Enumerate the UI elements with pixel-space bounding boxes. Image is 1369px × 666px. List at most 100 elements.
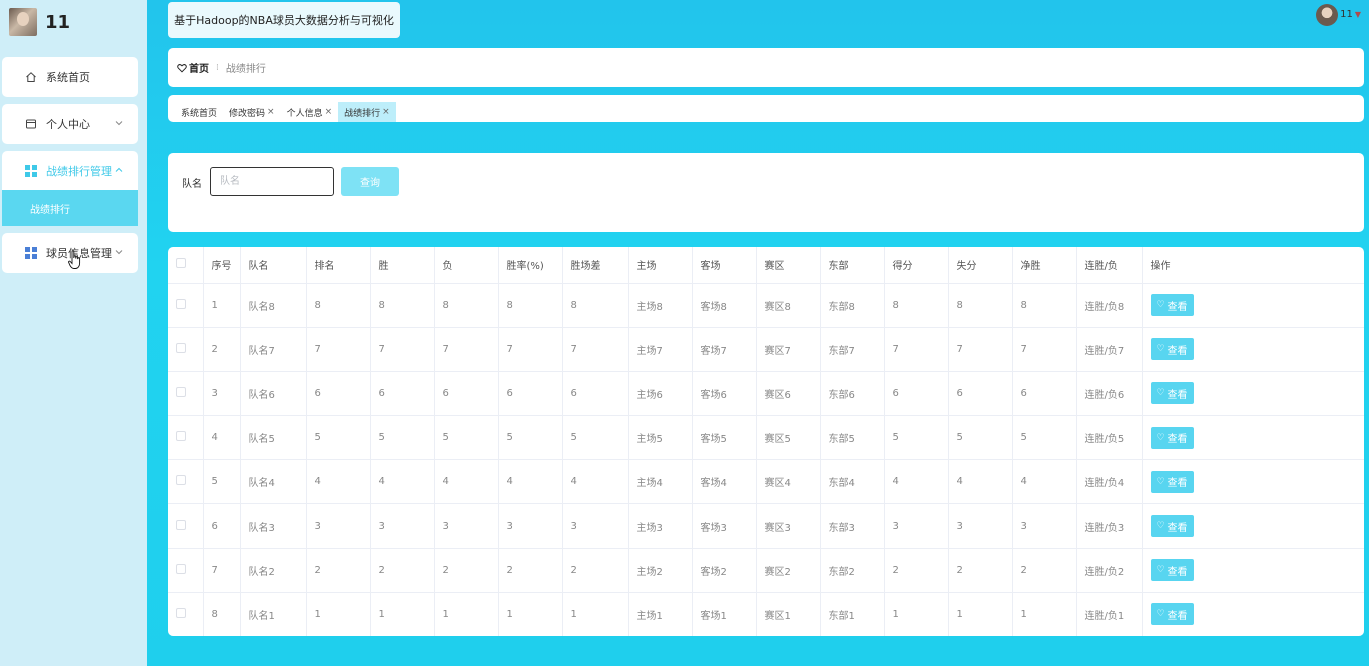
table-cell: 队名6 [240,371,307,417]
view-button[interactable]: ♡ 查看 [1150,603,1194,626]
view-button[interactable]: ♡ 查看 [1150,559,1194,582]
table-cell: 3 [434,503,499,549]
search-panel: 队名 查询 [168,153,1364,232]
heart-icon: ♡ [1156,609,1165,620]
table-cell: 4 [884,459,949,505]
sidebar-subitem-ranking[interactable]: 战绩排行 [2,190,138,226]
close-icon[interactable]: × [267,107,275,117]
tab-home[interactable]: 系统首页 [175,102,223,122]
tab-ranking[interactable]: 战绩排行 × [338,102,396,122]
view-button-label: 查看 [1167,610,1188,622]
row-checkbox[interactable] [176,342,186,353]
view-button[interactable]: ♡ 查看 [1150,470,1194,493]
user-menu[interactable]: 11 ▼ [1340,9,1361,20]
heart-icon [177,63,187,73]
table-cell: 1 [434,592,499,636]
tab-label: 战绩排行 [344,108,381,119]
breadcrumb-home[interactable]: 首页 [177,60,209,75]
table-cell: 4 [498,459,563,505]
view-button-label: 查看 [1167,389,1188,401]
table-cell: 主场3 [628,503,693,549]
table-cell: 3 [370,503,435,549]
table-cell: 东部7 [820,327,885,372]
row-select-cell [168,503,204,549]
action-cell: ♡ 查看 [1142,371,1364,417]
tab-label: 个人信息 [286,108,323,119]
table-cell: 1 [884,592,949,636]
table-cell: 5 [203,459,241,505]
sidebar-item-personal-center[interactable]: 个人中心 [2,104,138,144]
table-cell: 客场3 [692,503,757,549]
sidebar-item-ranking-management[interactable]: 战绩排行管理 [2,151,138,190]
table-cell: 8 [948,283,1013,328]
sidebar: 11 系统首页 个人中心 战绩排行管理 战绩排行 球员信息管理 [0,0,147,666]
table-cell: 客场4 [692,459,757,505]
table-cell: 2 [884,548,949,593]
view-button[interactable]: ♡ 查看 [1150,382,1194,405]
table-cell: 7 [434,327,499,372]
table-cell: 8 [306,283,371,328]
action-cell: ♡ 查看 [1142,283,1364,328]
user-avatar[interactable] [1316,4,1338,26]
table-cell: 8 [434,283,499,328]
table-row: 8 队名1 1 1 1 1 1 主场1 客场1 赛区1 东部1 1 1 1 连胜/负1 ♡ 查看 [168,592,1364,636]
view-button[interactable]: ♡ 查看 [1150,515,1194,538]
action-cell: ♡ 查看 [1142,503,1364,549]
close-icon[interactable]: × [325,107,333,117]
tab-personal-info[interactable]: 个人信息 × [281,102,339,122]
sidebar-item-home[interactable]: 系统首页 [2,57,138,97]
table-cell: 4 [203,415,241,461]
table-cell: 连胜/负6 [1076,371,1143,417]
table-cell: 队名7 [240,327,307,372]
table-cell: 6 [948,371,1013,417]
row-checkbox[interactable] [176,298,186,309]
search-label: 队名 [182,179,202,190]
search-button[interactable]: 查询 [341,167,399,196]
view-button[interactable]: ♡ 查看 [1150,338,1194,361]
row-checkbox[interactable] [176,475,186,486]
table-cell: 5 [562,415,629,461]
ranking-table: 序号 队名 排名 胜 负 胜率(%) 胜场差 主场 客场 赛区 东部 得分 失分… [168,247,1364,636]
chevron-down-icon [115,119,123,130]
table-cell: 2 [306,548,371,593]
close-icon[interactable]: × [382,107,390,117]
table-cell: 东部3 [820,503,885,549]
row-checkbox[interactable] [176,431,186,442]
table-cell: 主场1 [628,592,693,636]
card-icon [24,118,37,131]
table-cell: 队名2 [240,548,307,593]
team-name-input[interactable] [210,167,334,196]
table-cell: 7 [948,327,1013,372]
tab-label: 系统首页 [181,108,218,119]
table-cell: 4 [948,459,1013,505]
column-header: 东部 [820,247,885,284]
column-header: 序号 [203,247,241,284]
breadcrumb-home-label: 首页 [189,64,209,75]
table-cell: 队名4 [240,459,307,505]
select-all-checkbox[interactable] [176,258,186,269]
row-select-cell [168,327,204,372]
row-checkbox[interactable] [176,519,186,530]
row-select-cell [168,592,204,636]
table-cell: 3 [1012,503,1077,549]
row-checkbox[interactable] [176,563,186,574]
action-cell: ♡ 查看 [1142,459,1364,505]
table-cell: 8 [1012,283,1077,328]
main-area: 基于Hadoop的NBA球员大数据分析与可视化 11 ▼ 首页 ⁞ 战绩排行 系统… [147,0,1369,666]
tab-change-password[interactable]: 修改密码 × [223,102,281,122]
view-button[interactable]: ♡ 查看 [1150,426,1194,449]
table-cell: 连胜/负4 [1076,459,1143,505]
row-checkbox[interactable] [176,386,186,397]
row-checkbox[interactable] [176,607,186,618]
table-cell: 8 [498,283,563,328]
table-cell: 1 [498,592,563,636]
table-cell: 主场5 [628,415,693,461]
table-cell: 1 [1012,592,1077,636]
table-cell: 6 [434,371,499,417]
view-button[interactable]: ♡ 查看 [1150,294,1194,317]
table-cell: 队名8 [240,283,307,328]
action-cell: ♡ 查看 [1142,327,1364,372]
view-button-label: 查看 [1167,345,1188,357]
row-select-cell [168,415,204,461]
view-button-label: 查看 [1167,301,1188,313]
